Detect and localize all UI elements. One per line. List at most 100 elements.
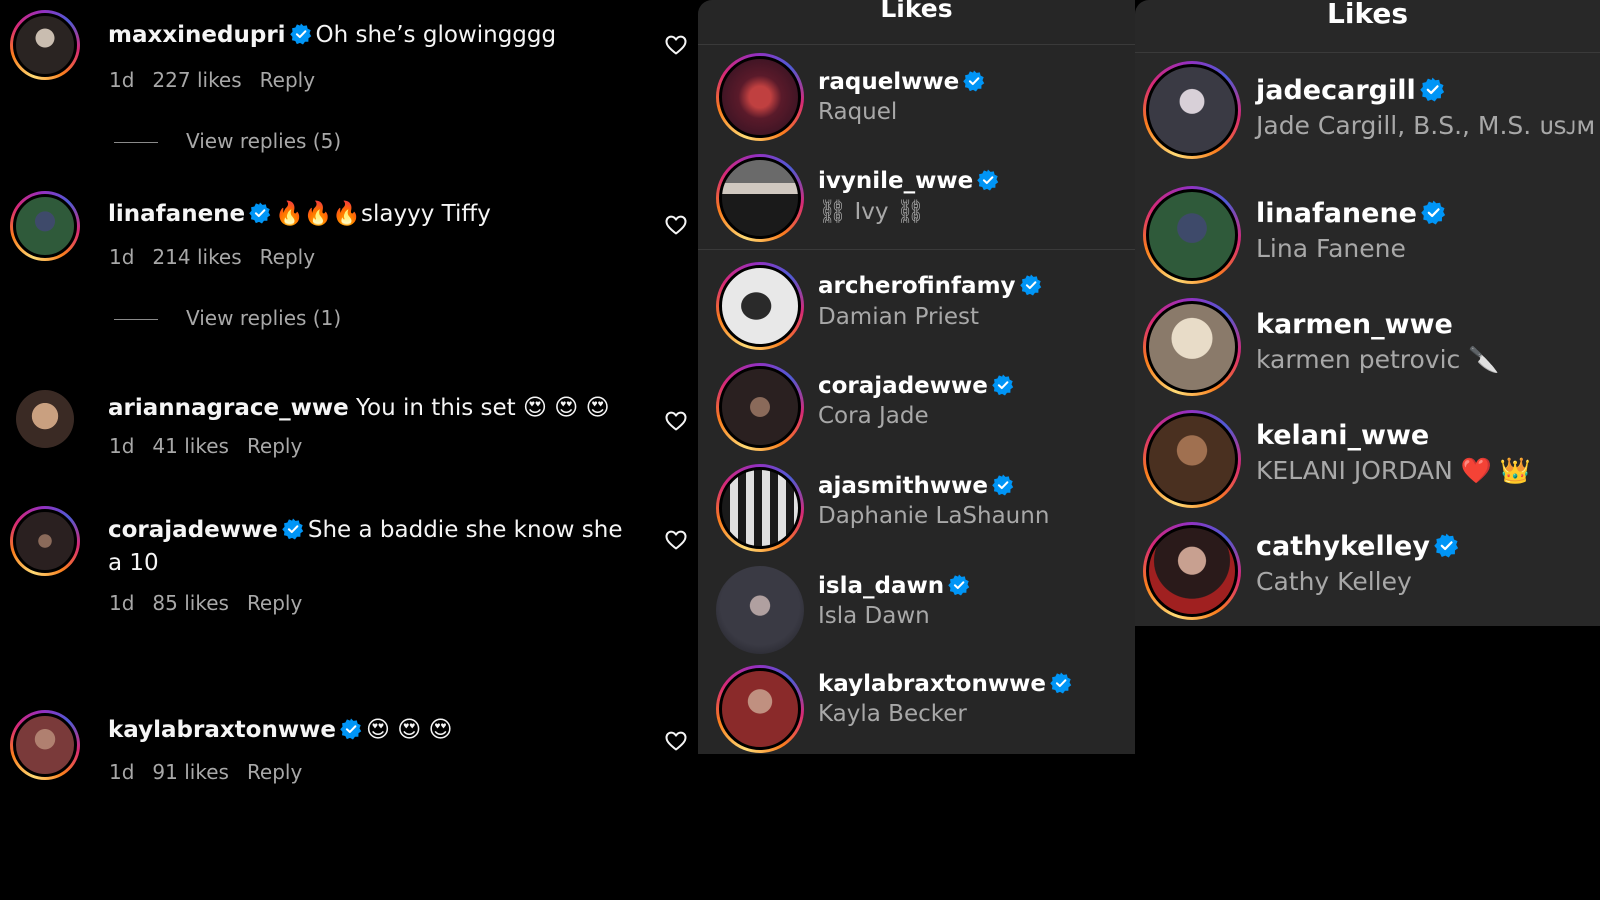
reply-button[interactable]: Reply	[260, 68, 315, 92]
comment-text: corajadewwe She a baddie she know she a 1…	[108, 514, 628, 580]
panel-divider	[698, 44, 1135, 45]
reply-button[interactable]: Reply	[247, 760, 302, 784]
verified-badge-icon	[1434, 533, 1459, 558]
likes-panel: Likes jadecargill Jade Cargill, B.S., M.…	[1135, 0, 1600, 626]
liker-avatar	[1143, 410, 1241, 508]
liker-display-name: Raquel	[818, 99, 898, 125]
liker-username: kaylabraxtonwwe	[818, 671, 1076, 697]
view-replies-label: View replies (1)	[186, 306, 342, 330]
avatar-image	[13, 194, 77, 258]
comment-meta: 1d 214 likes Reply	[109, 245, 333, 269]
comment-text: ariannagrace_wwe You in this set 😍 😍 😍	[108, 392, 628, 425]
verified-badge-icon	[249, 202, 271, 224]
liker-display-name: Kayla Becker	[818, 701, 967, 727]
verified-badge-icon	[992, 374, 1014, 396]
liker-avatar	[716, 53, 804, 141]
comment-meta: 1d 41 likes Reply	[109, 434, 320, 458]
comment-likes[interactable]: 227 likes	[152, 68, 241, 92]
comment-likes[interactable]: 41 likes	[152, 434, 229, 458]
liker-avatar	[716, 154, 804, 242]
verified-badge-icon	[948, 574, 970, 596]
comment-username[interactable]: maxxinedupri	[108, 22, 286, 48]
comment-username[interactable]: kaylabraxtonwwe	[108, 717, 336, 743]
liker-display-name: Lina Fanene	[1256, 234, 1406, 263]
like-heart-icon[interactable]	[664, 33, 688, 57]
liker-display-name: KELANI JORDAN ❤️ 👑	[1256, 456, 1531, 485]
liker-display-name: karmen petrovic 🔪	[1256, 345, 1500, 374]
comment-likes[interactable]: 85 likes	[152, 591, 229, 615]
comment-likes[interactable]: 91 likes	[152, 760, 229, 784]
reply-button[interactable]: Reply	[260, 245, 315, 269]
comments-section: maxxinedupri Oh she’s glowingggg 1d 227 li…	[0, 0, 700, 900]
avatar-image	[16, 390, 74, 448]
comment-meta: 1d 85 likes Reply	[109, 591, 320, 615]
reply-button[interactable]: Reply	[247, 434, 302, 458]
verified-badge-icon	[1421, 200, 1446, 225]
liker-avatar	[1143, 298, 1241, 396]
avatar[interactable]	[10, 10, 80, 80]
liker-username: jadecargill	[1256, 75, 1449, 106]
avatar[interactable]	[10, 191, 80, 261]
comment-username[interactable]: ariannagrace_wwe	[108, 395, 349, 421]
liker-display-name: Damian Priest	[818, 304, 980, 330]
avatar-image	[13, 13, 77, 77]
verified-badge-icon	[282, 518, 304, 540]
liker-avatar	[1143, 186, 1241, 284]
liker-avatar	[716, 363, 804, 451]
avatar[interactable]	[10, 506, 80, 576]
liker-username: ivynile_wwe	[818, 168, 1003, 194]
liker-username: archerofinfamy	[818, 273, 1046, 299]
comment-body: 😍 😍 😍	[365, 717, 453, 743]
liker-display-name: Jade Cargill, B.S., M.S. ᴜꜱᴊᴍ	[1256, 111, 1596, 140]
panel-divider	[1135, 52, 1600, 53]
comment-meta: 1d 91 likes Reply	[109, 760, 320, 784]
liker-avatar	[716, 464, 804, 552]
comment-meta: 1d 227 likes Reply	[109, 68, 333, 92]
comment-age: 1d	[109, 434, 135, 458]
verified-badge-icon	[1020, 274, 1042, 296]
comment-text: linafanene 🔥🔥🔥slayyy Tiffy	[108, 198, 628, 231]
view-replies-line	[114, 142, 158, 143]
liker-username: corajadewwe	[818, 373, 1018, 399]
comment-body: Oh she’s glowingggg	[315, 22, 557, 48]
like-heart-icon[interactable]	[664, 729, 688, 753]
liker-display-name: Cora Jade	[818, 403, 929, 429]
comment-username[interactable]: corajadewwe	[108, 517, 278, 543]
panel-divider	[698, 249, 1135, 250]
verified-badge-icon	[977, 169, 999, 191]
liker-avatar	[716, 262, 804, 350]
view-replies-button[interactable]: View replies (1)	[114, 306, 341, 330]
verified-badge-icon	[1050, 672, 1072, 694]
comment-username[interactable]: linafanene	[108, 201, 245, 227]
comment-body: 🔥🔥🔥slayyy Tiffy	[275, 201, 491, 227]
liker-username: karmen_wwe	[1256, 309, 1453, 340]
avatar-image	[13, 713, 77, 777]
view-replies-label: View replies (5)	[186, 129, 342, 153]
liker-username: ajasmithwwe	[818, 473, 1018, 499]
like-heart-icon[interactable]	[664, 213, 688, 237]
reply-button[interactable]: Reply	[247, 591, 302, 615]
liker-username: cathykelley	[1256, 531, 1463, 562]
view-replies-line	[114, 319, 158, 320]
like-heart-icon[interactable]	[664, 409, 688, 433]
comment-text: kaylabraxtonwwe 😍 😍 😍	[108, 714, 628, 747]
liker-username: kelani_wwe	[1256, 420, 1430, 451]
comment-body: You in this set 😍 😍 😍	[356, 395, 610, 421]
like-heart-icon[interactable]	[664, 528, 688, 552]
verified-badge-icon	[992, 474, 1014, 496]
liker-avatar	[716, 566, 804, 654]
avatar[interactable]	[16, 390, 74, 448]
verified-badge-icon	[290, 23, 312, 45]
liker-avatar	[1143, 522, 1241, 620]
view-replies-button[interactable]: View replies (5)	[114, 129, 341, 153]
comment-likes[interactable]: 214 likes	[152, 245, 241, 269]
liker-username: linafanene	[1256, 198, 1450, 229]
liker-username: isla_dawn	[818, 573, 974, 599]
liker-username: raquelwwe	[818, 69, 989, 95]
verified-badge-icon	[1420, 77, 1445, 102]
comment-age: 1d	[109, 760, 135, 784]
avatar-image	[13, 509, 77, 573]
verified-badge-icon	[340, 718, 362, 740]
comment-age: 1d	[109, 245, 135, 269]
avatar[interactable]	[10, 710, 80, 780]
